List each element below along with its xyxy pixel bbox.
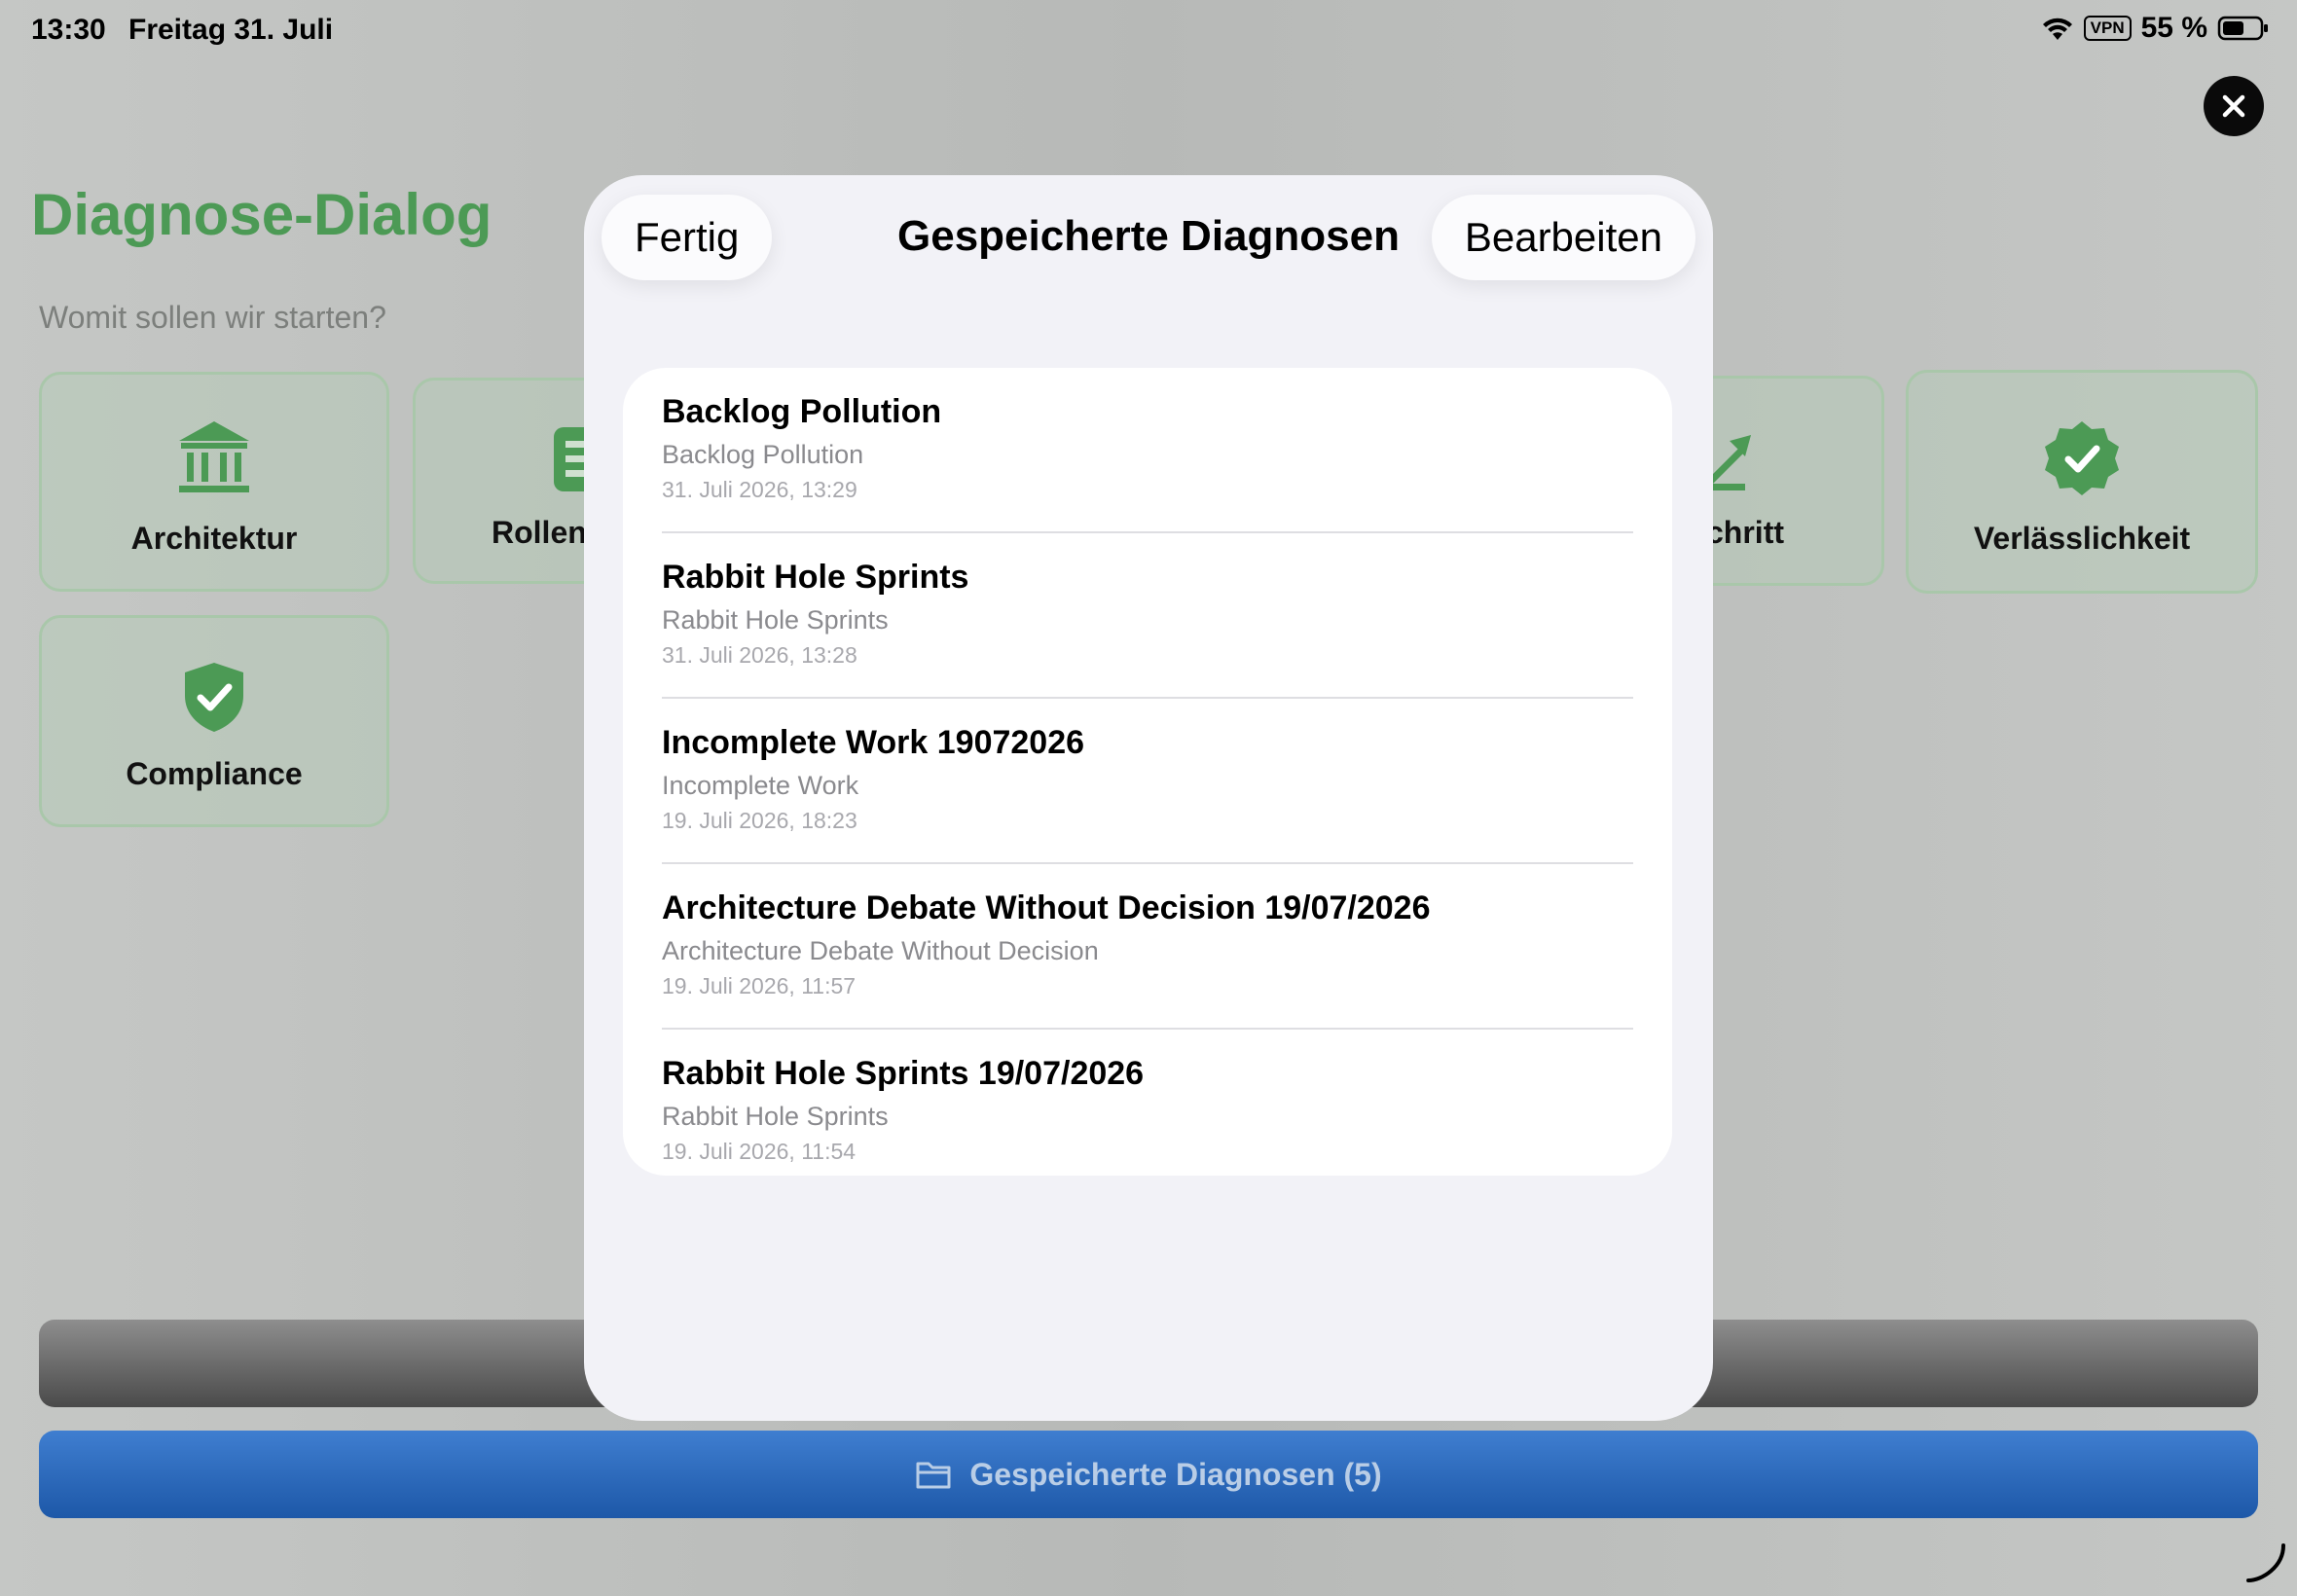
battery-icon bbox=[2217, 16, 2268, 41]
battery-percentage: 55 % bbox=[2140, 12, 2207, 44]
item-title: Architecture Debate Without Decision 19/… bbox=[662, 889, 1431, 926]
item-date: 31. Juli 2026, 13:28 bbox=[662, 642, 857, 668]
list-item[interactable]: Rabbit Hole Sprints Rabbit Hole Sprints … bbox=[623, 533, 1672, 699]
item-title: Rabbit Hole Sprints 19/07/2026 bbox=[662, 1055, 1145, 1092]
checkmark-seal-icon bbox=[2045, 421, 2119, 495]
tile-label: chritt bbox=[1706, 515, 1784, 550]
vpn-badge: VPN bbox=[2083, 16, 2132, 41]
list-item[interactable]: Incomplete Work 19072026 Incomplete Work… bbox=[623, 699, 1672, 864]
tile-label: Compliance bbox=[126, 756, 303, 791]
folder-icon bbox=[916, 1462, 951, 1489]
tile-architektur[interactable]: Architektur bbox=[39, 372, 389, 592]
tile-verlaesslichkeit[interactable]: Verlässlichkeit bbox=[1906, 370, 2258, 594]
item-title: Incomplete Work 19072026 bbox=[662, 724, 1085, 761]
item-date: 19. Juli 2026, 18:23 bbox=[662, 808, 857, 833]
item-date: 31. Juli 2026, 13:29 bbox=[662, 477, 857, 502]
page-subtitle: Womit sollen wir starten? bbox=[39, 300, 386, 335]
status-date: Freitag 31. Juli bbox=[128, 14, 334, 46]
tile-label: Verlässlichkeit bbox=[1973, 521, 2191, 556]
shield-check-icon bbox=[185, 663, 243, 732]
status-bar: 13:30 Freitag 31. Juli VPN 55 % bbox=[0, 0, 2297, 62]
close-button[interactable] bbox=[2204, 76, 2264, 136]
chart-up-icon bbox=[1706, 435, 1751, 490]
item-subtitle: Incomplete Work bbox=[662, 771, 859, 800]
saved-diagnoses-label: Gespeicherte Diagnosen (5) bbox=[969, 1456, 1382, 1492]
tile-label: Architektur bbox=[130, 521, 298, 556]
item-date: 19. Juli 2026, 11:54 bbox=[662, 1139, 857, 1164]
item-subtitle: Architecture Debate Without Decision bbox=[662, 936, 1099, 965]
saved-diagnoses-list: Backlog Pollution Backlog Pollution 31. … bbox=[623, 368, 1672, 1176]
item-subtitle: Rabbit Hole Sprints bbox=[662, 1102, 889, 1131]
status-time: 13:30 bbox=[31, 14, 106, 46]
saved-diagnoses-sheet: Fertig Gespeicherte Diagnosen Bearbeiten… bbox=[584, 175, 1713, 1421]
list-item[interactable]: Backlog Pollution Backlog Pollution 31. … bbox=[623, 368, 1672, 533]
item-date: 19. Juli 2026, 11:57 bbox=[662, 973, 857, 998]
list-item[interactable]: Architecture Debate Without Decision 19/… bbox=[623, 864, 1672, 1030]
saved-diagnoses-button[interactable]: Gespeicherte Diagnosen (5) bbox=[39, 1431, 2258, 1518]
edit-button[interactable]: Bearbeiten bbox=[1431, 195, 1695, 280]
wifi-icon bbox=[2042, 18, 2072, 40]
close-icon bbox=[2222, 94, 2245, 118]
item-subtitle: Rabbit Hole Sprints bbox=[662, 605, 889, 635]
item-title: Backlog Pollution bbox=[662, 393, 942, 430]
item-title: Rabbit Hole Sprints bbox=[662, 559, 969, 596]
bank-icon bbox=[179, 421, 249, 492]
tile-compliance[interactable]: Compliance bbox=[39, 615, 389, 827]
resize-handle-icon[interactable] bbox=[2244, 1542, 2287, 1584]
status-indicators: VPN 55 % bbox=[2041, 12, 2270, 45]
list-item[interactable]: Rabbit Hole Sprints 19/07/2026 Rabbit Ho… bbox=[623, 1030, 1672, 1195]
item-subtitle: Backlog Pollution bbox=[662, 440, 864, 469]
page-title: Diagnose-Dialog bbox=[31, 182, 492, 247]
